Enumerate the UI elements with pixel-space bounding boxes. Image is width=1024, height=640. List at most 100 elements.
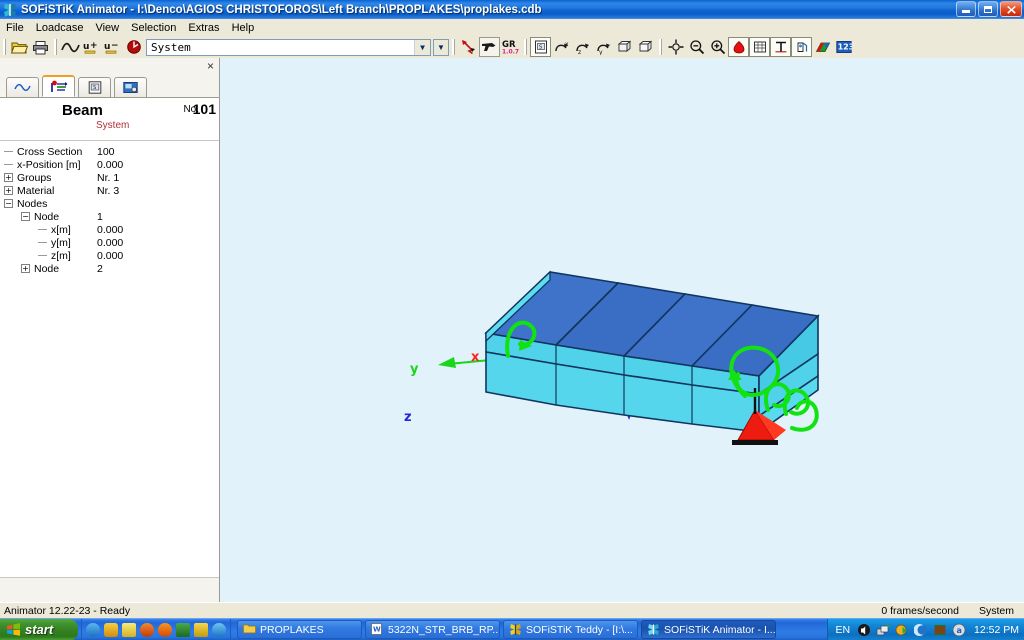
tray-network-icon[interactable] bbox=[876, 622, 890, 637]
tree-row[interactable]: Cross Section 100 bbox=[0, 145, 219, 158]
print-button[interactable] bbox=[30, 37, 51, 57]
title-bar: SOFiSTiK Animator - I:\Denco\AGIOS CHRIS… bbox=[0, 0, 1024, 19]
task-label: 5322N_STR_BRB_RP... bbox=[388, 623, 500, 636]
report-icon: S bbox=[88, 81, 101, 94]
tab-properties[interactable] bbox=[42, 75, 75, 97]
u-plus-icon: u + bbox=[83, 41, 98, 54]
svg-text:y: y bbox=[599, 49, 603, 55]
scale-up-button[interactable]: u + bbox=[81, 37, 102, 57]
grid-button[interactable] bbox=[749, 37, 770, 57]
legend-button[interactable] bbox=[812, 37, 833, 57]
tray-language[interactable]: EN bbox=[835, 624, 850, 636]
ql-icon-desktop[interactable] bbox=[140, 622, 154, 637]
window-controls bbox=[956, 1, 1022, 17]
animate-button[interactable] bbox=[60, 37, 81, 57]
expand-icon[interactable]: + bbox=[4, 173, 13, 182]
tree-row[interactable]: + Groups Nr. 1 bbox=[0, 171, 219, 184]
ql-icon-explorer[interactable] bbox=[86, 622, 100, 637]
menu-item-file[interactable]: File bbox=[0, 20, 30, 36]
text-button[interactable] bbox=[770, 37, 791, 57]
scale-down-button[interactable]: u − bbox=[102, 37, 123, 57]
start-button[interactable]: start bbox=[0, 618, 78, 640]
ql-icon-notes[interactable] bbox=[122, 622, 136, 637]
panel-tab-strip: S bbox=[0, 75, 219, 98]
ql-icon-moon[interactable] bbox=[212, 622, 226, 637]
loadcase-button[interactable] bbox=[123, 37, 144, 57]
tree-row[interactable]: + Material Nr. 3 bbox=[0, 184, 219, 197]
tab-results[interactable] bbox=[6, 77, 39, 97]
chevron-down-icon[interactable]: ▼ bbox=[414, 39, 430, 55]
expand-icon[interactable]: + bbox=[21, 264, 30, 273]
menu-item-extras[interactable]: Extras bbox=[182, 20, 225, 36]
tray-bars-icon[interactable] bbox=[933, 623, 947, 637]
zoom-in-button[interactable] bbox=[707, 37, 728, 57]
pointer-select-button[interactable] bbox=[458, 37, 479, 57]
toolbar-grip[interactable] bbox=[3, 39, 6, 55]
close-icon[interactable]: × bbox=[207, 60, 214, 72]
view-box2-button[interactable] bbox=[635, 37, 656, 57]
menu-item-loadcase[interactable]: Loadcase bbox=[30, 20, 90, 36]
tab-report[interactable]: S bbox=[78, 77, 111, 97]
light-button[interactable] bbox=[791, 37, 812, 57]
menu-item-selection[interactable]: Selection bbox=[125, 20, 182, 36]
tree-row[interactable]: + Node 2 bbox=[0, 262, 219, 275]
model-viewport[interactable]: y x z bbox=[220, 58, 1024, 606]
word-doc-icon: W bbox=[371, 623, 384, 636]
gr-button[interactable]: GR 1.0.7 bbox=[500, 37, 521, 57]
tree-row[interactable]: x-Position [m] 0.000 bbox=[0, 158, 219, 171]
ql-icon-firefox[interactable] bbox=[158, 622, 172, 637]
collapse-icon[interactable]: − bbox=[21, 212, 30, 221]
gr-icon: GR 1.0.7 bbox=[502, 40, 519, 55]
task-proplakes[interactable]: PROPLAKES bbox=[237, 620, 362, 639]
task-label: PROPLAKES bbox=[260, 623, 324, 636]
open-file-button[interactable] bbox=[9, 37, 30, 57]
toolbar-grip-2[interactable] bbox=[54, 39, 57, 55]
menu-item-view[interactable]: View bbox=[89, 20, 125, 36]
tree-row[interactable]: − Nodes bbox=[0, 197, 219, 210]
close-button[interactable] bbox=[1000, 1, 1022, 17]
task-animator[interactable]: SOFiSTiK Animator - I... bbox=[641, 620, 776, 639]
tree-row[interactable]: x[m] 0.000 bbox=[0, 223, 219, 236]
red-circle-icon bbox=[126, 40, 141, 54]
tray-clock[interactable]: 12:52 PM bbox=[974, 624, 1019, 636]
properties-button[interactable]: S bbox=[530, 37, 551, 57]
tray-moon-icon[interactable] bbox=[913, 623, 928, 637]
pan-button[interactable] bbox=[665, 37, 686, 57]
second-combo[interactable]: ▼ bbox=[433, 38, 449, 56]
loadcase-combo[interactable]: System ▼ bbox=[146, 38, 431, 56]
view-box-button[interactable] bbox=[614, 37, 635, 57]
svg-text:−: − bbox=[111, 41, 119, 51]
zoom-out-icon bbox=[689, 40, 704, 55]
minimize-button[interactable] bbox=[956, 1, 976, 17]
tray-volume-icon[interactable] bbox=[857, 623, 871, 637]
ql-icon-sofistik[interactable] bbox=[194, 622, 208, 637]
tree-row[interactable]: y[m] 0.000 bbox=[0, 236, 219, 249]
maximize-button[interactable] bbox=[978, 1, 998, 17]
pick-tool-button[interactable] bbox=[479, 37, 500, 57]
numbers-button[interactable]: 123 bbox=[833, 37, 854, 57]
ql-icon-books[interactable] bbox=[176, 622, 190, 637]
tree-row[interactable]: z[m] 0.000 bbox=[0, 249, 219, 262]
task-teddy[interactable]: SOFiSTiK Teddy - [I:\... bbox=[503, 620, 638, 639]
box-view-icon bbox=[617, 40, 632, 52]
menu-item-help[interactable]: Help bbox=[226, 20, 261, 36]
rotate-y-button[interactable]: y bbox=[593, 37, 614, 57]
tree-row[interactable]: − Node 1 bbox=[0, 210, 219, 223]
toolbar-grip-3[interactable] bbox=[452, 39, 455, 55]
tray-updates-icon[interactable] bbox=[895, 623, 909, 637]
axis-label-z: z bbox=[404, 410, 412, 425]
task-word-doc[interactable]: W 5322N_STR_BRB_RP... bbox=[365, 620, 500, 639]
tray-security-icon[interactable]: a bbox=[952, 623, 966, 637]
color-fill-button[interactable] bbox=[728, 37, 749, 57]
export-image-icon bbox=[123, 82, 138, 93]
ql-icon-media[interactable] bbox=[104, 622, 118, 637]
rotate-z-button[interactable]: z bbox=[572, 37, 593, 57]
expand-icon[interactable]: + bbox=[4, 186, 13, 195]
collapse-icon[interactable]: − bbox=[4, 199, 13, 208]
zoom-out-button[interactable] bbox=[686, 37, 707, 57]
toolbar-grip-5[interactable] bbox=[659, 39, 662, 55]
toolbar-grip-4[interactable] bbox=[524, 39, 527, 55]
tab-export[interactable] bbox=[114, 77, 147, 97]
rotate-x-button[interactable]: x bbox=[551, 37, 572, 57]
svg-text:S: S bbox=[93, 85, 96, 91]
